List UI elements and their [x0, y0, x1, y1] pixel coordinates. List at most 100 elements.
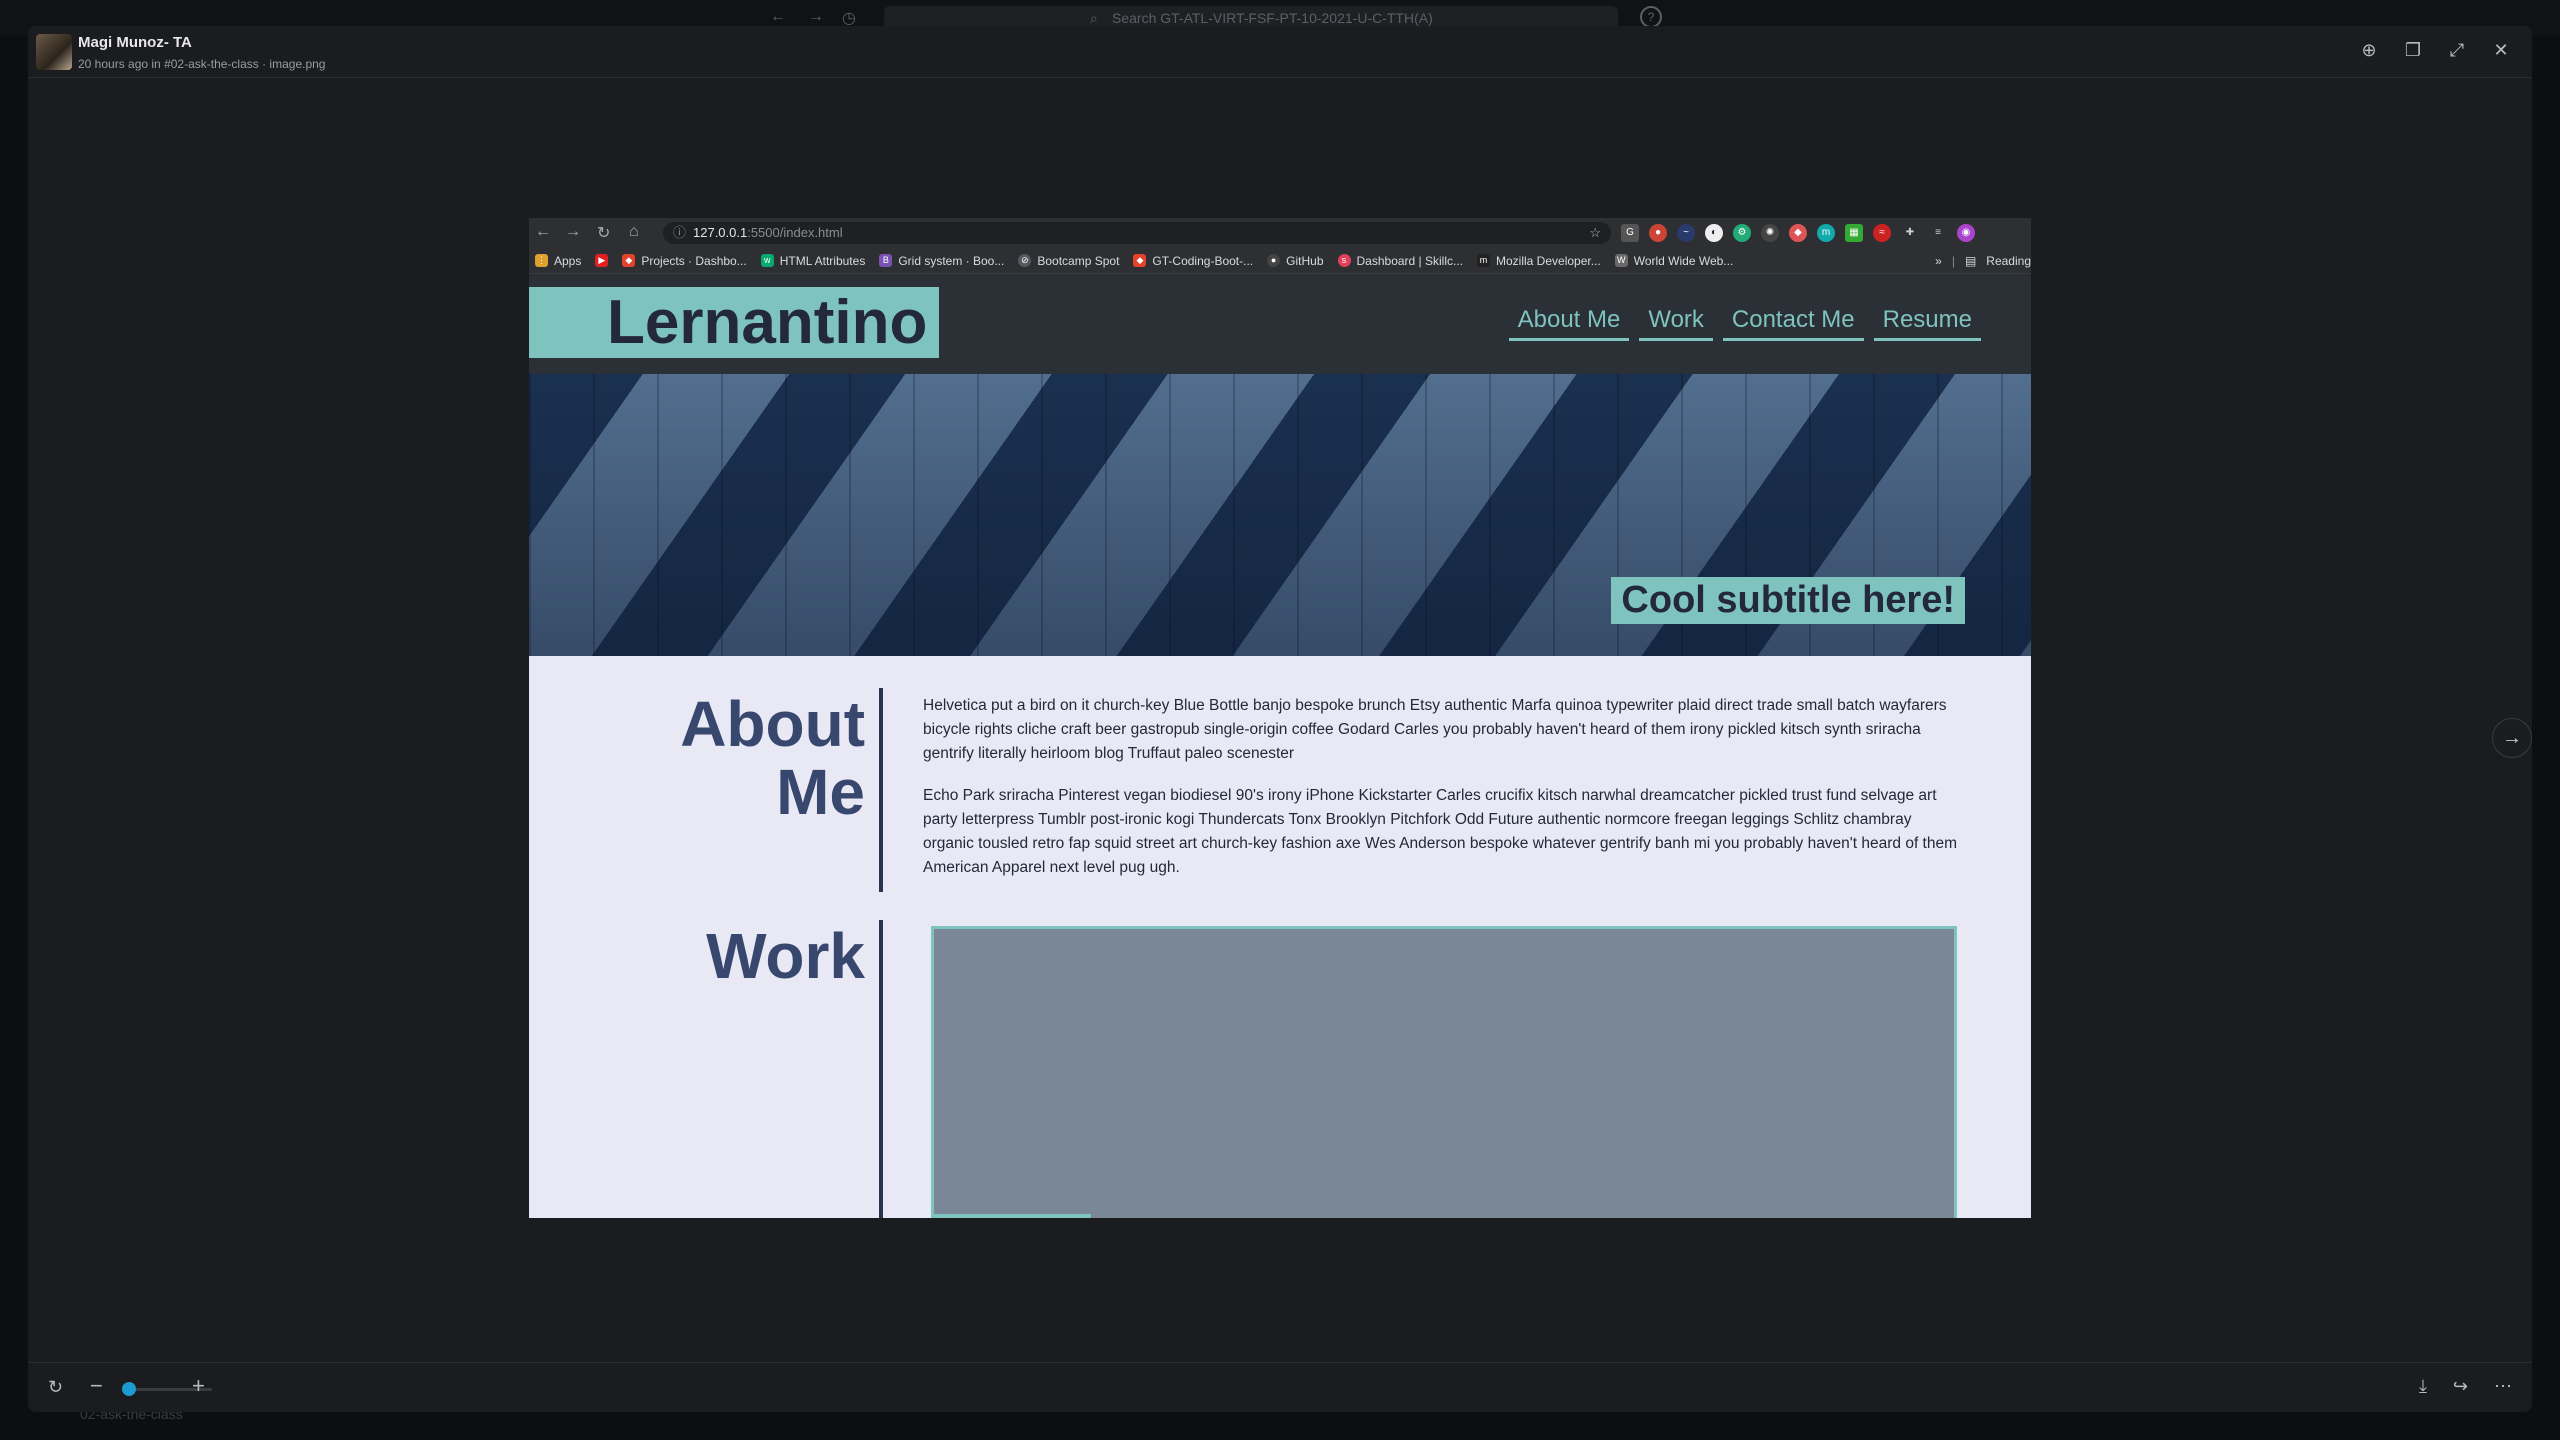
- w3schools-icon: w: [760, 254, 774, 267]
- address-bar[interactable]: ⓘ 127.0.0.1:5500/index.html ☆: [663, 222, 1611, 244]
- viewer-header: Magi Munoz- TA 20 hours ago in #02-ask-t…: [28, 26, 2532, 78]
- history-icon[interactable]: ◷: [842, 8, 856, 28]
- close-icon[interactable]: ✕: [2490, 40, 2512, 61]
- bookmark-label: GT-Coding-Boot-...: [1152, 253, 1254, 268]
- reading-list-icon[interactable]: ≡: [1929, 224, 1947, 242]
- bookmark-item[interactable]: ▶: [595, 254, 609, 267]
- zoom-slider-handle[interactable]: [122, 1382, 136, 1396]
- back-arrow-icon[interactable]: ←: [535, 223, 551, 241]
- more-icon[interactable]: ⋯: [2494, 1376, 2512, 1397]
- bookmarks-overflow-button[interactable]: »: [1935, 254, 1942, 268]
- bookmark-item[interactable]: ◆ GT-Coding-Boot-...: [1133, 254, 1253, 268]
- extension-icon[interactable]: ⚙: [1733, 224, 1751, 242]
- bookmark-label: Grid system · Boo...: [898, 253, 1005, 268]
- github-icon: ●: [1267, 254, 1281, 267]
- browser-toolbar: ← → ↻ ⌂ ⓘ 127.0.0.1:5500/index.html ☆ G …: [529, 218, 2031, 248]
- bookmarks-bar: ⋮ Apps ▶ ◆ Projects · Dashbo... w HTML A…: [529, 248, 2031, 274]
- extension-icon[interactable]: ≈: [1873, 224, 1891, 242]
- puzzle-icon[interactable]: ✚: [1901, 224, 1919, 242]
- nav-work[interactable]: Work: [1639, 306, 1713, 341]
- bookmark-label: Bootcamp Spot: [1037, 253, 1120, 268]
- extension-icon[interactable]: ✺: [1761, 224, 1779, 242]
- next-image-button[interactable]: →: [2492, 718, 2532, 758]
- avatar[interactable]: [36, 34, 72, 70]
- site-logo[interactable]: Lernantino: [529, 287, 939, 358]
- forward-arrow-icon[interactable]: →: [808, 8, 824, 26]
- apps-grid-icon: ⋮: [535, 254, 548, 267]
- extension-icon[interactable]: m: [1817, 224, 1835, 242]
- bookmarks-bar-right: » | ▤ Reading: [1935, 248, 2031, 274]
- bookmark-item[interactable]: ⊘ Bootcamp Spot: [1018, 254, 1119, 268]
- skillcrush-icon: s: [1337, 254, 1351, 267]
- grammarly-icon[interactable]: G: [1621, 224, 1639, 242]
- reload-icon[interactable]: ↻: [597, 223, 610, 243]
- bookmark-item[interactable]: ⋮ Apps: [535, 254, 581, 268]
- work-project-card[interactable]: [931, 926, 1957, 1218]
- viewer-header-actions: ⊕ ❐ ⤢ ✕: [2358, 40, 2512, 61]
- section-divider: [879, 920, 883, 1218]
- gitlab-icon: ◆: [622, 254, 636, 267]
- nav-contact-me[interactable]: Contact Me: [1722, 306, 1864, 341]
- help-icon[interactable]: ?: [1640, 6, 1662, 28]
- slack-search-placeholder: Search GT-ATL-VIRT-FSF-PT-10-2021-U-C-TT…: [1112, 10, 1433, 26]
- share-icon[interactable]: ↪: [2453, 1376, 2468, 1397]
- home-icon[interactable]: ⌂: [629, 223, 639, 241]
- about-paragraph-2: Echo Park sriracha Pinterest vegan biodi…: [923, 787, 1958, 876]
- extension-icon[interactable]: ~: [1677, 224, 1695, 242]
- extension-icon[interactable]: ◐: [1705, 224, 1723, 242]
- site-info-icon[interactable]: ⓘ: [673, 222, 686, 244]
- work-heading: Work: [706, 920, 865, 992]
- bookmark-label: Mozilla Developer...: [1496, 253, 1601, 268]
- nav-resume[interactable]: Resume: [1873, 306, 1981, 341]
- profile-avatar-icon[interactable]: ◉: [1957, 224, 1975, 242]
- bootcampspot-icon: ⊘: [1018, 254, 1032, 267]
- about-text: Helvetica put a bird on it church-key Bl…: [923, 694, 1963, 898]
- reading-list-button[interactable]: Reading: [1986, 254, 2031, 268]
- bookmark-item[interactable]: ● GitHub: [1267, 253, 1324, 268]
- section-divider: [879, 688, 883, 892]
- zoom-in-button[interactable]: +: [192, 1373, 205, 1399]
- about-section: About Me Helvetica put a bird on it chur…: [529, 656, 2031, 896]
- mozilla-icon: m: [1477, 254, 1490, 267]
- bookmark-item[interactable]: B Grid system · Boo...: [879, 254, 1004, 268]
- expand-icon[interactable]: ⤢: [2446, 40, 2468, 61]
- bookmark-label: World Wide Web...: [1633, 253, 1734, 268]
- bookmark-label: Projects · Dashbo...: [641, 253, 747, 268]
- work-section: Work: [529, 896, 2031, 1218]
- bookmark-label: GitHub: [1286, 253, 1324, 268]
- back-arrow-icon[interactable]: ←: [770, 8, 786, 26]
- extension-icon[interactable]: ◆: [1789, 224, 1807, 242]
- bookmark-item[interactable]: w HTML Attributes: [760, 254, 865, 268]
- web-page: Lernantino About Me Work Contact Me Resu…: [529, 274, 2031, 1218]
- message-meta: 20 hours ago in #02-ask-the-class · imag…: [78, 57, 326, 71]
- zoom-icon[interactable]: ⊕: [2358, 40, 2380, 61]
- bookmark-label: Dashboard | Skillc...: [1356, 253, 1464, 268]
- about-paragraph-1: Helvetica put a bird on it church-key Bl…: [923, 697, 1947, 762]
- download-icon[interactable]: ⤓: [2419, 1376, 2427, 1397]
- nav-about-me[interactable]: About Me: [1508, 306, 1630, 341]
- zoom-out-button[interactable]: −: [90, 1373, 103, 1399]
- url-path: :5500/index.html: [747, 225, 843, 240]
- bookmark-item[interactable]: W World Wide Web...: [1614, 253, 1734, 268]
- copy-icon[interactable]: ❐: [2402, 40, 2424, 61]
- url-host: 127.0.0.1: [693, 225, 748, 240]
- gitlab-icon: ◆: [1133, 254, 1147, 267]
- bookmark-item[interactable]: s Dashboard | Skillc...: [1337, 253, 1464, 268]
- extension-icon[interactable]: ●: [1649, 224, 1667, 242]
- bookmark-star-icon[interactable]: ☆: [1589, 222, 1601, 244]
- youtube-icon: ▶: [595, 254, 609, 267]
- forward-arrow-icon[interactable]: →: [565, 223, 581, 241]
- about-heading: About Me: [529, 690, 865, 826]
- viewer-footer-actions: ⤓ ↪ ⋯: [2419, 1376, 2512, 1397]
- author-name[interactable]: Magi Munoz- TA: [78, 34, 192, 51]
- reading-list-icon: ▤: [1964, 254, 1977, 268]
- bookmark-item[interactable]: ◆ Projects · Dashbo...: [622, 253, 747, 268]
- reset-zoom-icon[interactable]: ↻: [48, 1377, 63, 1398]
- site-header: Lernantino About Me Work Contact Me Resu…: [529, 274, 2031, 374]
- bookmark-item[interactable]: m Mozilla Developer...: [1477, 254, 1601, 268]
- bootstrap-icon: B: [879, 254, 893, 267]
- extension-icon[interactable]: ▦: [1845, 224, 1863, 242]
- hero-subtitle: Cool subtitle here!: [1611, 577, 1965, 624]
- divider: |: [1951, 254, 1955, 268]
- about-heading-line2: Me: [776, 756, 865, 828]
